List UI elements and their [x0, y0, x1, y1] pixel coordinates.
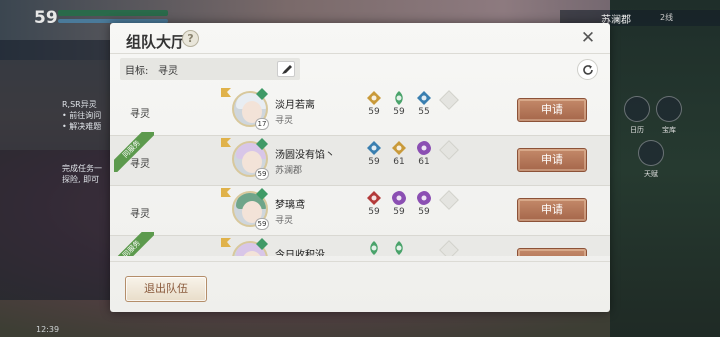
member-level: 59: [368, 157, 380, 167]
server-line: 2线: [660, 13, 674, 22]
health-bar: [58, 10, 168, 16]
spiral-crest-icon: [417, 141, 431, 155]
edit-icon[interactable]: [277, 61, 295, 77]
ribbon-label: 同服务: [114, 132, 154, 172]
player-level: 59: [34, 8, 58, 28]
team-member: 59: [387, 90, 411, 117]
leader-flag-icon: [221, 138, 231, 147]
team-member: 59: [362, 90, 386, 117]
team-row[interactable]: 寻灵 同服务 59 汤圆没有馅丶 苏澜郡 59 61 61 申请: [110, 132, 610, 186]
leaf-crest-icon: [395, 91, 403, 105]
dialog-title: 组队大厅: [126, 33, 187, 51]
team-member: 61: [387, 140, 411, 167]
leave-team-button[interactable]: 退出队伍: [125, 276, 207, 302]
level-badge: 59: [255, 218, 269, 230]
clock: 12:39: [36, 325, 60, 334]
same-server-ribbon: 同服务: [114, 232, 154, 256]
member-level: 61: [418, 157, 430, 167]
empty-member-slot: [439, 190, 459, 210]
fire-crest-icon: [367, 91, 381, 105]
member-level: 59: [418, 207, 430, 217]
footer-divider: [110, 261, 610, 262]
member-level: 59: [368, 207, 380, 217]
leaf-crest-icon: [256, 88, 268, 100]
blood-crest-icon: [367, 191, 381, 205]
water-crest-icon: [417, 91, 431, 105]
team-row[interactable]: 寻灵 59 梦璃鸢寻灵 59 59 59 申请: [110, 186, 610, 236]
team-row[interactable]: 寻灵 17 淡月若离寻灵 59 59 55 申请: [110, 86, 610, 136]
member-level: 55: [418, 107, 430, 117]
fire-crest-icon: [392, 141, 406, 155]
target-label: 目标:: [125, 66, 149, 77]
team-list[interactable]: 寻灵 17 淡月若离 寻灵 59 59 55 申请 寻灵 同服务 59 汤圆没有馅丶 苏澜郡: [110, 86, 610, 256]
leaf-crest-icon: [256, 188, 268, 200]
task-line: • 解决难题: [62, 122, 102, 131]
leader-flag-icon: [221, 188, 231, 197]
leader-name: 梦璃鸢: [275, 200, 305, 211]
spiral-crest-icon: [392, 191, 406, 205]
leaf-crest-icon: [370, 241, 378, 255]
level-badge: 17: [255, 118, 269, 130]
header-divider: [110, 53, 610, 54]
team-member: 61: [412, 140, 436, 167]
team-member: [362, 240, 386, 256]
leaf-crest-icon: [256, 138, 268, 150]
task-line: 完成任务一: [62, 164, 102, 173]
leader-server: 寻灵: [275, 116, 294, 126]
team-member: 55: [412, 90, 436, 117]
team-row[interactable]: 同服务今日收积没: [110, 232, 610, 256]
member-level: 59: [393, 207, 405, 217]
same-server-ribbon: 同服务: [114, 132, 154, 172]
leader-flag-icon: [221, 88, 231, 97]
task-line: R,SR异灵: [62, 100, 97, 109]
leader-flag-icon: [221, 238, 231, 247]
member-level: 61: [393, 157, 405, 167]
apply-button[interactable]: 申请: [517, 198, 587, 222]
member-level: 59: [393, 107, 405, 117]
target-filter[interactable]: 目标: 寻灵: [120, 58, 300, 80]
leader-server: 苏澜郡: [275, 166, 303, 176]
level-badge: 59: [255, 168, 269, 180]
row-target: 寻灵: [130, 109, 150, 120]
refresh-icon[interactable]: [577, 59, 598, 80]
row-target: 寻灵: [130, 209, 150, 220]
team-member: 59: [387, 190, 411, 217]
empty-member-slot: [439, 240, 459, 256]
talent-label: 天赋: [644, 170, 658, 178]
close-icon[interactable]: ✕: [578, 28, 598, 48]
team-member: 59: [362, 190, 386, 217]
member-level: 59: [368, 107, 380, 117]
apply-button[interactable]: 申请: [517, 98, 587, 122]
talent-icon[interactable]: [638, 140, 664, 166]
task-line: • 前往询问: [62, 111, 102, 120]
leader-server: 寻灵: [275, 216, 294, 226]
apply-button[interactable]: 申请: [517, 148, 587, 172]
empty-member-slot: [439, 90, 459, 110]
apply-button[interactable]: [517, 248, 587, 256]
target-value: 寻灵: [158, 66, 178, 77]
help-icon[interactable]: ?: [182, 30, 199, 47]
spiral-crest-icon: [417, 191, 431, 205]
treasury-icon[interactable]: [656, 96, 682, 122]
empty-member-slot: [439, 140, 459, 160]
team-member: 59: [362, 140, 386, 167]
team-member: 59: [412, 190, 436, 217]
leader-name: 汤圆没有馅丶: [275, 150, 335, 161]
water-crest-icon: [367, 141, 381, 155]
calendar-icon[interactable]: [624, 96, 650, 122]
leaf-crest-icon: [256, 238, 268, 250]
treasury-label: 宝库: [662, 126, 676, 134]
team-lobby-dialog: 组队大厅 ? ✕ 目标: 寻灵 寻灵 17 淡月若离 寻灵 59 59 55 申…: [110, 23, 610, 312]
leaf-crest-icon: [395, 241, 403, 255]
task-line: 探险, 即可: [62, 175, 100, 184]
ribbon-label: 同服务: [114, 232, 154, 256]
leader-name: 淡月若离: [275, 100, 315, 111]
leader-name: 今日收积没: [275, 250, 325, 256]
team-member: [387, 240, 411, 256]
